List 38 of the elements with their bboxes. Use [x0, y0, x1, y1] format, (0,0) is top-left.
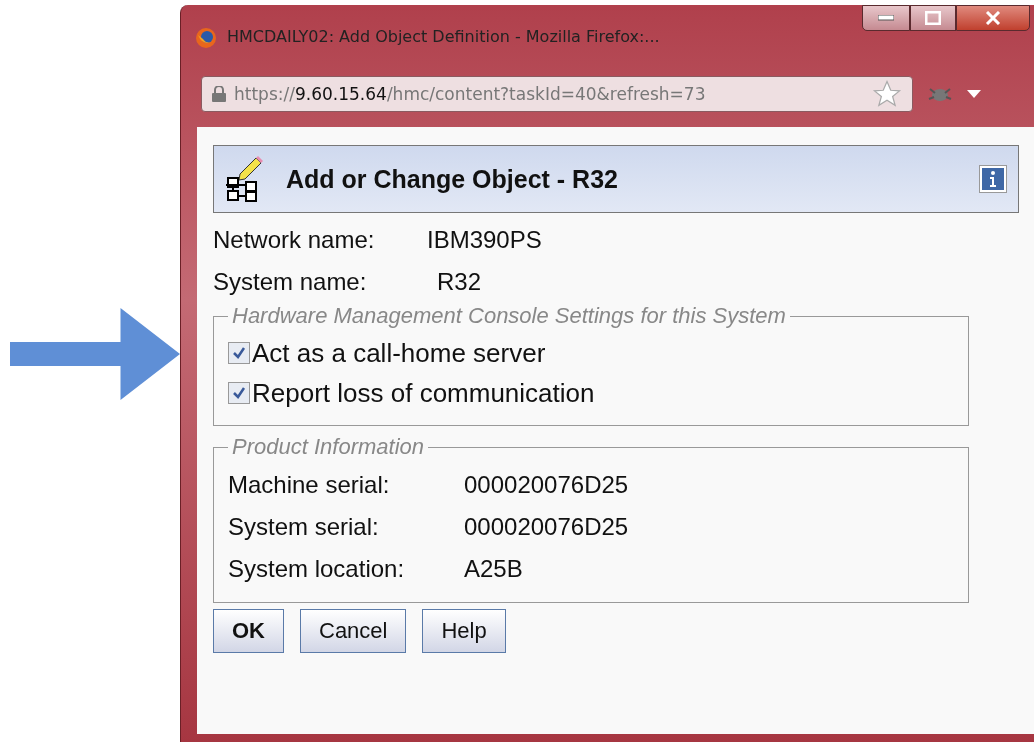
info-button[interactable]	[980, 166, 1006, 192]
lock-icon	[212, 86, 226, 102]
network-diagram-icon	[226, 156, 264, 202]
dialog-button[interactable]: Cancel	[300, 609, 407, 653]
field-label: System location:	[228, 555, 406, 583]
field-value: R32	[437, 268, 482, 296]
checkbox-label: Report loss of communication	[252, 377, 595, 409]
close-icon	[985, 11, 1001, 25]
field-label: System serial:	[228, 513, 380, 541]
checkbox-label: Act as a call-home server	[252, 337, 546, 369]
field-value: A25B	[464, 555, 523, 583]
checkbox[interactable]	[228, 342, 250, 364]
field-value: 000020076D25	[464, 471, 629, 499]
dropdown-icon[interactable]	[967, 89, 981, 99]
star-icon[interactable]	[872, 79, 902, 109]
check-icon	[232, 386, 246, 400]
browser-logo-icon	[195, 27, 217, 49]
group-legend: Product Information	[228, 434, 428, 460]
maximize-button[interactable]	[910, 5, 956, 31]
group-legend: Hardware Management Console Settings for this System	[228, 303, 790, 329]
close-button[interactable]	[956, 5, 1030, 31]
checkbox[interactable]	[228, 382, 250, 404]
minimize-icon	[878, 15, 894, 21]
maximize-icon	[925, 11, 941, 25]
dialog-button[interactable]: OK	[213, 609, 284, 653]
window-title: HMCDAILY02: Add Object Definition - Mozilla Firefox:...	[227, 27, 660, 46]
dialog-title: Add or Change Object - R32	[286, 164, 618, 194]
url-text: https://9.60.15.64/hmc/content?taskId=40&refresh=73	[234, 84, 707, 104]
field-label: System name:	[213, 268, 368, 296]
address-bar[interactable]: https://9.60.15.64/hmc/content?taskId=40&refresh=73	[201, 76, 913, 112]
field-value: 000020076D25	[464, 513, 629, 541]
field-label: Network name:	[213, 226, 376, 254]
check-icon	[232, 346, 246, 360]
field-label: Machine serial:	[228, 471, 391, 499]
minimize-button[interactable]	[862, 5, 910, 31]
dialog-button[interactable]: Help	[422, 609, 506, 653]
info-icon	[989, 171, 997, 187]
field-value: IBM390PS	[427, 226, 542, 254]
